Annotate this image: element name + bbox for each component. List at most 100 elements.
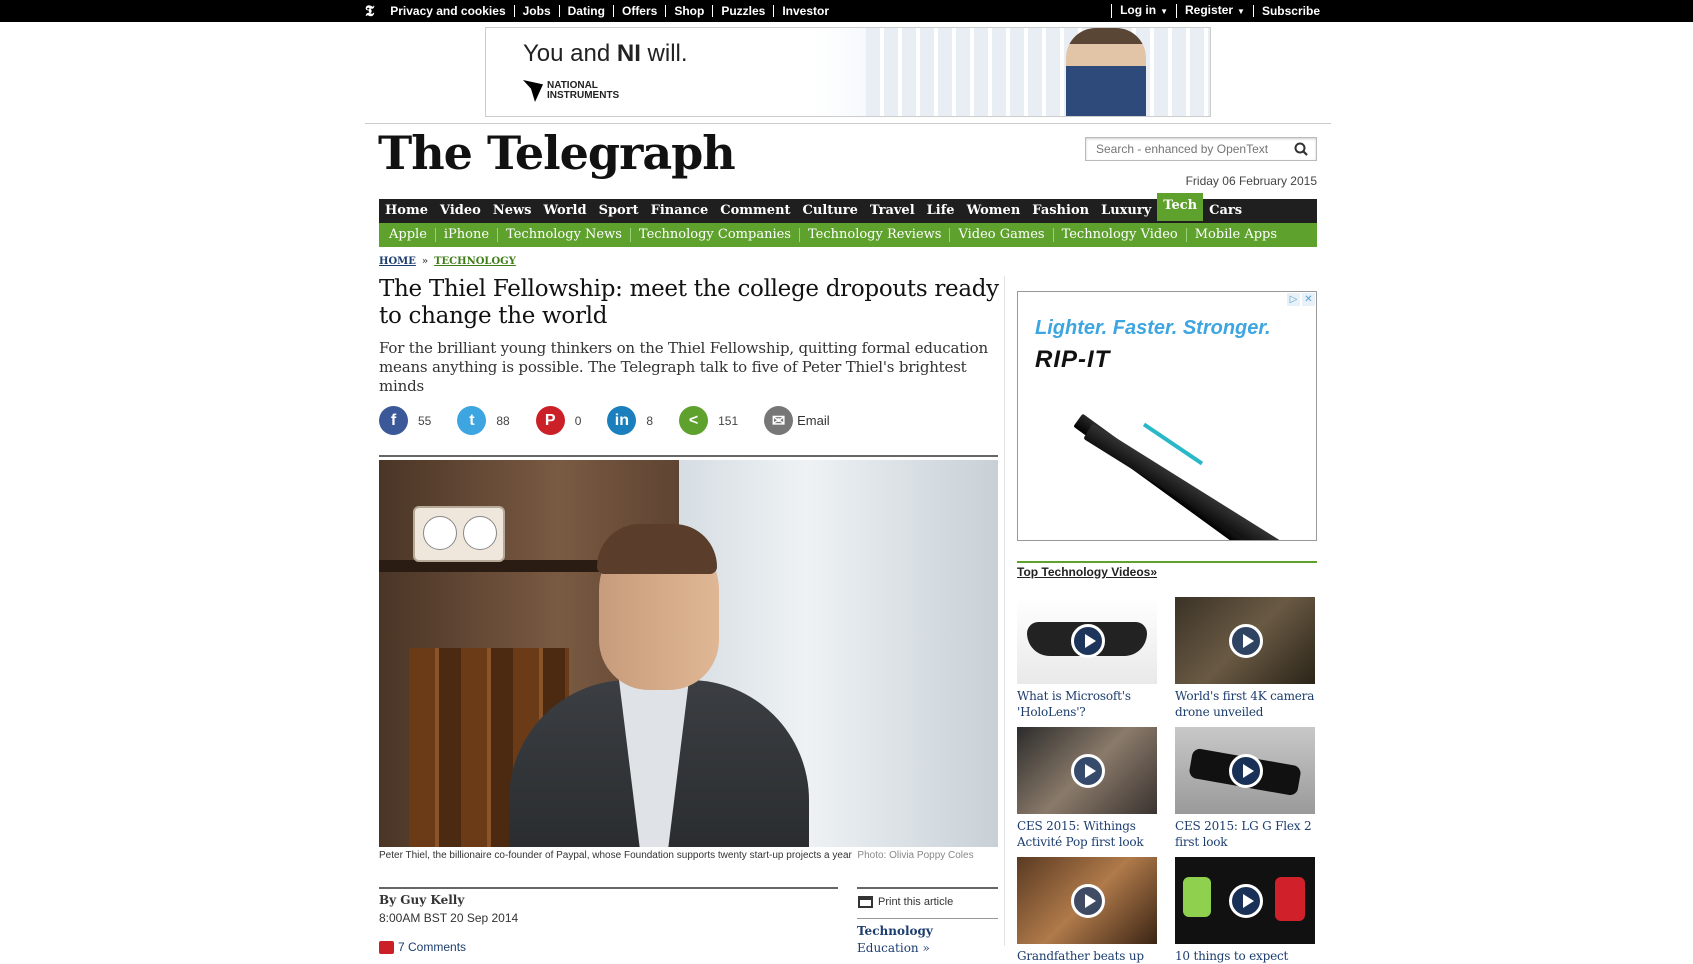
clock-dial-right — [463, 516, 497, 550]
play-icon — [1071, 754, 1105, 788]
video-item[interactable]: CES 2015: Withings Activité Pop first lo… — [1017, 727, 1157, 850]
video-thumbnail — [1017, 727, 1157, 814]
print-article-link[interactable]: Print this article — [858, 896, 953, 908]
breadcrumb: HOME » TECHNOLOGY — [379, 256, 516, 267]
secondary-nav: Apple iPhone Technology News Technology … — [379, 223, 1317, 247]
article-main-photo[interactable] — [379, 460, 998, 847]
share-pinterest[interactable]: P0 — [535, 406, 582, 435]
bat-stripe — [1142, 422, 1204, 466]
search-icon[interactable] — [1294, 142, 1308, 156]
ad-slogan: Lighter. Faster. Stronger. — [1035, 317, 1271, 339]
chevron-down-icon: ▼ — [1160, 7, 1169, 16]
play-icon — [1071, 624, 1105, 658]
nav-comment[interactable]: Comment — [714, 199, 796, 223]
video-title: 10 things to expect — [1175, 949, 1289, 963]
nav-cars[interactable]: Cars — [1203, 199, 1248, 223]
twitter-icon: t — [457, 406, 487, 435]
share-linkedin[interactable]: in 8 — [607, 406, 653, 435]
printer-icon — [858, 896, 873, 908]
article-author[interactable]: By Guy Kelly — [379, 893, 464, 907]
video-title: World's first 4K camera drone unveiled — [1175, 689, 1315, 719]
nav-home[interactable]: Home — [379, 199, 434, 223]
share-twitter[interactable]: t 88 — [457, 406, 510, 435]
adchoices: ▷ ✕ — [1287, 293, 1315, 306]
print-divider — [857, 887, 998, 889]
video-item[interactable]: CES 2015: LG G Flex 2 first look — [1175, 727, 1315, 850]
watch-image-2 — [1275, 877, 1305, 921]
comments-link[interactable]: 7 Comments — [379, 940, 466, 954]
watch-image — [1183, 877, 1211, 917]
subnav-mobile-apps[interactable]: Mobile Apps — [1185, 228, 1285, 242]
nav-sport[interactable]: Sport — [593, 199, 645, 223]
ad-building-image — [866, 28, 1210, 116]
current-date: Friday 06 February 2015 — [1185, 174, 1317, 188]
nav-fashion[interactable]: Fashion — [1026, 199, 1095, 223]
nav-finance[interactable]: Finance — [645, 199, 715, 223]
login-link[interactable]: Log in ▼ — [1111, 4, 1176, 18]
ad-tagline: You and NI will. — [523, 40, 688, 67]
play-icon — [1229, 754, 1263, 788]
top-technology-videos-heading[interactable]: Top Technology Videos» — [1017, 565, 1157, 579]
chevron-down-icon: ▼ — [1237, 7, 1245, 16]
video-item[interactable]: World's first 4K camera drone unveiled — [1175, 597, 1315, 720]
play-icon — [1071, 884, 1105, 918]
video-item[interactable]: What is Microsoft's 'HoloLens'? — [1017, 597, 1157, 720]
video-title: CES 2015: Withings Activité Pop first lo… — [1017, 819, 1144, 849]
video-item[interactable]: 10 things to expect — [1175, 857, 1315, 964]
print-label: Print this article — [878, 896, 954, 908]
nav-life[interactable]: Life — [921, 199, 961, 223]
nav-travel[interactable]: Travel — [864, 199, 921, 223]
topbar-link-puzzles[interactable]: Puzzles — [712, 5, 773, 17]
photo-caption: Peter Thiel, the billionaire co-founder … — [379, 849, 999, 863]
subnav-technology-news[interactable]: Technology News — [497, 228, 630, 242]
article-standfirst: For the brilliant young thinkers on the … — [379, 339, 988, 395]
share-facebook[interactable]: f 55 — [379, 406, 431, 435]
nav-tech[interactable]: Tech — [1157, 193, 1204, 221]
nav-news[interactable]: News — [487, 199, 538, 223]
share-email[interactable]: ✉ Email — [764, 406, 830, 435]
nav-culture[interactable]: Culture — [797, 199, 864, 223]
linkedin-icon: in — [607, 406, 637, 435]
breadcrumb-technology[interactable]: TECHNOLOGY — [434, 256, 516, 267]
nav-women[interactable]: Women — [961, 199, 1027, 223]
search-box — [1085, 137, 1317, 161]
topbar-link-offers[interactable]: Offers — [612, 5, 665, 17]
topbar-link-jobs[interactable]: Jobs — [513, 5, 559, 17]
email-label: Email — [797, 413, 830, 428]
subscribe-link[interactable]: Subscribe — [1252, 5, 1328, 17]
national-instruments-logo: NATIONAL INSTRUMENTS — [523, 80, 619, 102]
topbar-link-privacy[interactable]: Privacy and cookies — [382, 5, 513, 17]
subnav-technology-companies[interactable]: Technology Companies — [629, 228, 799, 242]
subnav-iphone[interactable]: iPhone — [434, 228, 497, 242]
related-section-technology[interactable]: Technology — [857, 924, 933, 938]
telegraph-masthead-logo[interactable]: The Telegraph — [378, 126, 736, 180]
subnav-video-games[interactable]: Video Games — [949, 228, 1052, 242]
clock-dial-left — [423, 516, 457, 550]
adchoices-icon[interactable]: ▷ — [1287, 293, 1300, 306]
search-input[interactable] — [1086, 138, 1286, 160]
video-item[interactable]: Grandfather beats up — [1017, 857, 1157, 964]
sidebar-ad[interactable]: ▷ ✕ Lighter. Faster. Stronger. RIP-IT — [1017, 291, 1317, 541]
photo-clock — [413, 506, 505, 562]
share-generic[interactable]: <151 — [679, 406, 738, 435]
nav-world[interactable]: World — [537, 199, 592, 223]
subnav-apple[interactable]: Apple — [381, 228, 435, 242]
close-ad-icon[interactable]: ✕ — [1302, 293, 1315, 306]
topbar-link-investor[interactable]: Investor — [773, 5, 837, 17]
top-banner-ad[interactable]: You and NI will. NATIONAL INSTRUMENTS — [485, 27, 1211, 117]
subnav-technology-reviews[interactable]: Technology Reviews — [798, 228, 949, 242]
nav-luxury[interactable]: Luxury — [1095, 199, 1157, 223]
video-thumbnail — [1017, 857, 1157, 944]
telegraph-t-logo[interactable]: 𝕿 — [365, 2, 382, 20]
nav-video[interactable]: Video — [434, 199, 487, 223]
breadcrumb-home[interactable]: HOME — [379, 256, 416, 267]
play-icon — [1229, 884, 1263, 918]
register-link[interactable]: Register ▼ — [1176, 4, 1253, 18]
ad-man-image — [1066, 28, 1146, 116]
topbar-link-shop[interactable]: Shop — [665, 5, 712, 17]
sidebar-divider — [1004, 276, 1005, 946]
topbar-link-dating[interactable]: Dating — [558, 5, 613, 17]
person-hair — [597, 524, 717, 574]
pinterest-count: 0 — [574, 413, 582, 428]
subnav-technology-video[interactable]: Technology Video — [1052, 228, 1186, 242]
